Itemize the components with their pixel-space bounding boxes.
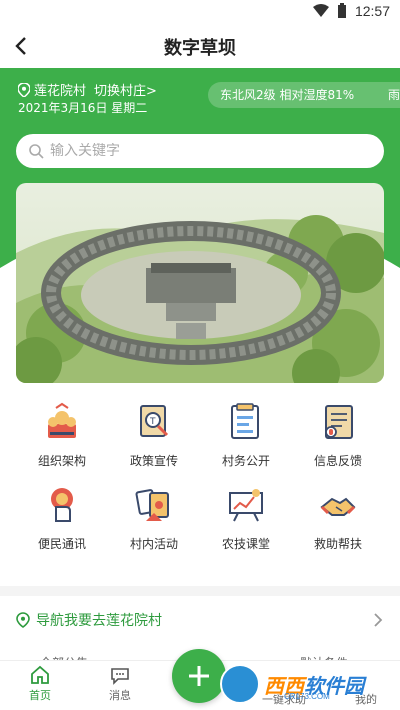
grid-item-help[interactable]: 救助帮扶: [292, 485, 384, 552]
weather-ticker: 东北风2级 相对湿度81% 雨: [208, 82, 400, 108]
grid-item-org-structure[interactable]: 组织架构: [16, 402, 108, 469]
watermark-logo-icon: [220, 664, 260, 704]
switch-village-link[interactable]: 切换村庄>: [94, 80, 157, 99]
tab-home-label: 首页: [29, 689, 51, 702]
location-pin-icon: [18, 82, 30, 97]
grid-item-label: 政策宣传: [129, 454, 178, 468]
location-selector[interactable]: 莲花院村 切换村庄>: [18, 80, 157, 99]
location-pin-icon: [16, 612, 30, 628]
grid-item-activity[interactable]: 村内活动: [108, 485, 200, 552]
navigate-text: 导航我要去莲花院村: [36, 613, 162, 629]
search-input[interactable]: [50, 143, 350, 159]
current-date: 2021年3月16日 星期二: [18, 101, 148, 115]
help-icon: [320, 497, 356, 516]
grid-item-policy[interactable]: T 政策宣传: [108, 402, 200, 469]
grid-item-label: 组织架构: [37, 454, 86, 468]
search-icon: [29, 144, 44, 159]
grid-item-label: 救助帮扶: [313, 537, 362, 551]
grid-item-label: 农技课堂: [221, 537, 270, 551]
weather-extra: 雨: [388, 88, 400, 102]
svg-text:T: T: [149, 417, 156, 427]
grid-item-feedback[interactable]: 信息反馈: [292, 402, 384, 469]
weather-text: 东北风2级 相对湿度81%: [220, 88, 355, 102]
tab-home[interactable]: 首页: [10, 665, 70, 703]
home-icon: [31, 665, 49, 684]
tab-messages[interactable]: 消息: [90, 665, 150, 703]
section-divider: [0, 586, 400, 596]
village-banner-image[interactable]: [16, 183, 384, 383]
grid-item-label: 村内活动: [129, 537, 178, 551]
battery-icon: [337, 3, 346, 18]
grid-item-classroom[interactable]: 农技课堂: [200, 485, 292, 552]
grid-item-label: 便民通讯: [37, 537, 86, 551]
title-bar: 数字草坝: [0, 24, 400, 68]
grid-item-contact[interactable]: 便民通讯: [16, 485, 108, 552]
function-grid: 组织架构 T 政策宣传 村务公开 信息反馈 便民通讯 村内活动 农技课堂 救助帮…: [16, 402, 384, 552]
village-affairs-icon: [231, 403, 259, 439]
status-time: 12:57: [354, 3, 390, 19]
watermark-domain: CR173.COM: [284, 692, 330, 701]
chevron-right-icon: [374, 613, 383, 627]
tab-messages-label: 消息: [109, 689, 131, 702]
page-title: 数字草坝: [164, 38, 236, 59]
classroom-icon: [229, 489, 263, 522]
plus-icon: [189, 666, 209, 686]
grid-item-village-affairs[interactable]: 村务公开: [200, 402, 292, 469]
one-click-help-button[interactable]: [172, 649, 226, 703]
policy-icon: T: [140, 405, 169, 437]
contact-icon: [51, 488, 73, 522]
village-name: 莲花院村: [34, 84, 87, 99]
feedback-icon: [325, 405, 353, 439]
status-bar: 12:57: [0, 0, 400, 24]
grid-item-label: 村务公开: [221, 454, 270, 468]
message-icon: [111, 668, 129, 685]
navigate-to-village-row[interactable]: 导航我要去莲花院村: [0, 600, 400, 640]
search-bar[interactable]: [16, 134, 384, 168]
org-structure-icon: [48, 402, 76, 438]
wifi-icon: [312, 4, 329, 17]
activity-icon: [135, 489, 169, 521]
status-icons: 12:57: [312, 3, 390, 19]
grid-item-label: 信息反馈: [313, 454, 362, 468]
